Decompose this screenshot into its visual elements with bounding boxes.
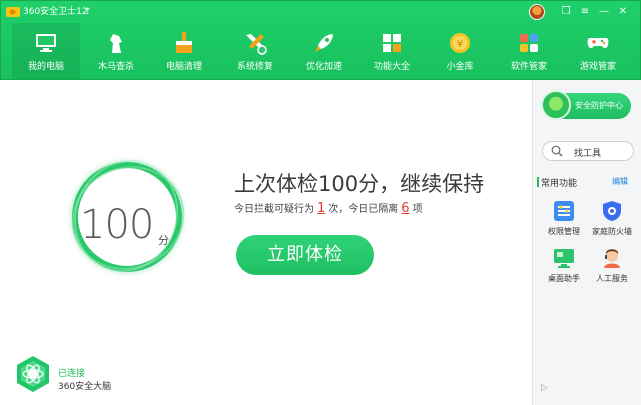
tool-permission-manager[interactable]: 权限管理 (539, 200, 589, 240)
isolated-count[interactable]: 6 (401, 201, 409, 216)
wrench-icon (246, 34, 267, 55)
collapse-sidebar-icon[interactable]: ▷ (541, 383, 548, 393)
main-panel: 100 分 上次体检100分，继续保持 今日拦截可疑行为 1 次，今日已隔离 6 项 立… (0, 80, 532, 405)
nav-label: 系统修复 (236, 62, 273, 72)
nav-system-repair[interactable]: 系统修复 (221, 23, 289, 79)
user-avatar[interactable] (529, 4, 545, 20)
shield-globe-icon (541, 90, 571, 120)
title-bar: 360安全卫士12 ↑ ❒ ≡ — ✕ (1, 1, 640, 23)
security-center-button[interactable]: 安全防护中心 (541, 90, 631, 120)
tool-desktop-assistant[interactable]: 桌面助手 (539, 247, 589, 287)
permission-icon (554, 201, 574, 221)
health-score: 100 (80, 202, 154, 248)
search-icon (551, 145, 563, 157)
sub-middle: 次，今日已隔离 (328, 204, 399, 215)
connection-label: 360安全大脑 (58, 382, 112, 392)
trojan-horse-icon (110, 34, 122, 53)
checkup-headline: 上次体检100分，继续保持 (234, 172, 485, 196)
common-functions-heading: 常用功能 (536, 176, 577, 189)
customer-service-icon (604, 249, 620, 268)
search-label: 找工具 (574, 149, 602, 159)
nav-all-features[interactable]: 功能大全 (358, 23, 426, 79)
nav-cleanup[interactable]: 电脑清理 (150, 23, 218, 79)
tool-home-firewall[interactable]: 家庭防火墙 (587, 200, 637, 240)
nav-label: 木马查杀 (97, 62, 134, 72)
sub-prefix: 今日拦截可疑行为 (234, 204, 314, 215)
nav-software-manager[interactable]: 软件管家 (495, 23, 563, 79)
nav-my-computer[interactable]: 我的电脑 (12, 23, 80, 79)
security-center-label: 安全防护中心 (575, 101, 623, 110)
nav-label: 小金库 (446, 62, 474, 72)
nav-label: 我的电脑 (27, 62, 64, 72)
nav-trojan-scan[interactable]: 木马查杀 (82, 23, 150, 79)
firewall-icon (603, 201, 621, 221)
edit-link[interactable]: 编辑 (612, 176, 628, 187)
score-unit: 分 (158, 234, 169, 247)
nav-game-manager[interactable]: 游戏管家 (564, 23, 632, 79)
coin-icon: ¥ (450, 33, 470, 53)
blocked-count[interactable]: 1 (317, 201, 325, 216)
nav-label: 功能大全 (373, 62, 410, 72)
tool-label: 家庭防火墙 (592, 227, 632, 236)
grid-icon (383, 34, 401, 52)
desktop-assistant-icon (554, 249, 574, 268)
right-sidebar: 安全防护中心 找工具 常用功能 编辑 权限管理 家庭防火墙 桌面助手 人工服务 … (532, 80, 641, 405)
gamepad-icon (587, 38, 609, 49)
connection-status: 已连接 (58, 369, 86, 379)
nav-vault[interactable]: ¥ 小金库 (426, 23, 494, 79)
computer-icon (36, 34, 56, 52)
broom-icon (176, 32, 192, 53)
minimize-icon[interactable]: — (596, 4, 612, 20)
tool-label: 桌面助手 (548, 274, 580, 283)
svg-text:¥: ¥ (457, 39, 463, 50)
menu-icon[interactable]: ≡ (577, 4, 593, 20)
tool-label: 人工服务 (596, 274, 628, 283)
app-logo-icon (6, 7, 20, 17)
upgrade-arrow-icon[interactable]: ↑ (84, 5, 92, 19)
apps-icon (520, 34, 538, 52)
nav-label: 游戏管家 (579, 62, 616, 72)
rocket-icon (315, 34, 333, 52)
nav-optimize[interactable]: 优化加速 (290, 23, 358, 79)
tool-search-input[interactable]: 找工具 (542, 141, 634, 161)
close-icon[interactable]: ✕ (615, 4, 631, 20)
checkup-subline: 今日拦截可疑行为 1 次，今日已隔离 6 项 (234, 200, 423, 216)
tool-customer-service[interactable]: 人工服务 (587, 247, 637, 287)
start-checkup-button[interactable]: 立即体检 (236, 235, 374, 275)
nav-label: 电脑清理 (165, 62, 202, 72)
app-title: 360安全卫士12 (23, 7, 88, 17)
security-brain-icon[interactable] (14, 355, 52, 393)
sub-suffix: 项 (412, 204, 423, 215)
header-bar: 360安全卫士12 ↑ ❒ ≡ — ✕ 我的电脑 木马查杀 电脑清理 系统修复 … (0, 0, 641, 80)
tool-label: 权限管理 (548, 227, 580, 236)
nav-label: 软件管家 (510, 62, 547, 72)
skin-icon[interactable]: ❒ (558, 4, 574, 20)
nav-label: 优化加速 (305, 62, 342, 72)
main-nav: 我的电脑 木马查杀 电脑清理 系统修复 优化加速 功能大全 ¥ 小金库 软件管家… (1, 23, 640, 79)
